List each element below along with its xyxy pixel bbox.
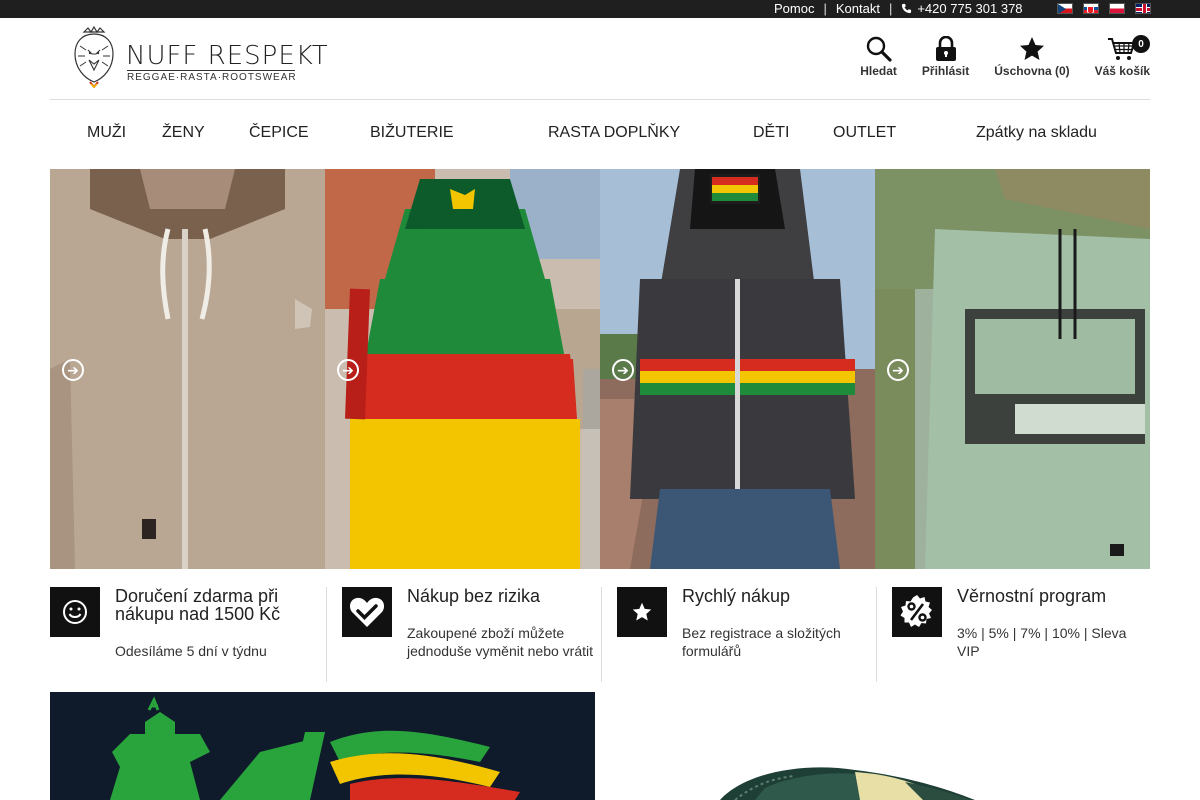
header-actions: Hledat Přihlásit Úschovna (0) 0 Váš koší… bbox=[860, 34, 1150, 78]
search-icon bbox=[866, 36, 892, 62]
feature-desc: Zakoupené zboží můžete jednoduše vyměnit… bbox=[407, 625, 593, 659]
hero-panel-beige-hoodie[interactable]: ➔ bbox=[50, 169, 325, 569]
login-button[interactable]: Přihlásit bbox=[922, 34, 969, 78]
arrow-right-icon[interactable]: ➔ bbox=[337, 359, 359, 381]
login-label: Přihlásit bbox=[921, 64, 970, 78]
nav-item-jewelry[interactable]: BIŽUTERIE bbox=[370, 124, 454, 142]
search-label: Hledat bbox=[860, 64, 897, 78]
feature-title: Nákup bez rizika bbox=[407, 586, 541, 606]
nav-item-kids[interactable]: DĚTI bbox=[753, 124, 789, 142]
site-header: NUFF RESPEKT REGGAE·RASTA·ROOTSWEAR Hled… bbox=[50, 18, 1150, 100]
hero-panel-rasta-hoodie[interactable]: ➔ bbox=[325, 169, 600, 569]
main-nav: MUŽI ŽENY ČEPICE BIŽUTERIE RASTA DOPLŇKY… bbox=[50, 100, 1150, 168]
star-icon bbox=[632, 602, 652, 621]
phone-number[interactable]: +420 775 301 378 bbox=[917, 1, 1022, 16]
rasta-hoodie-image bbox=[325, 169, 600, 569]
knit-hat-image bbox=[605, 692, 1150, 800]
flag-pl-icon[interactable] bbox=[1109, 3, 1125, 14]
feature-icon-box bbox=[342, 587, 392, 637]
feature-icon-box bbox=[50, 587, 100, 637]
feature-icon-box bbox=[617, 587, 667, 637]
feature-free-shipping: Doručení zdarma při nákupu nad 1500 Kč O… bbox=[50, 587, 326, 682]
cart-button[interactable]: 0 Váš košík bbox=[1095, 34, 1150, 78]
feature-title: Věrnostní program bbox=[957, 586, 1107, 606]
hero-gallery: ➔ ➔ ➔ ➔ bbox=[50, 169, 1150, 569]
green-hoodie-image bbox=[875, 169, 1150, 569]
nav-item-outlet[interactable]: OUTLET bbox=[833, 124, 896, 142]
grey-hoodie-image bbox=[600, 169, 875, 569]
wishlist-button[interactable]: Úschovna (0) bbox=[994, 34, 1070, 78]
heart-check-icon bbox=[349, 597, 385, 627]
arrow-right-icon[interactable]: ➔ bbox=[62, 359, 84, 381]
hero-panel-grey-hoodie[interactable]: ➔ bbox=[600, 169, 875, 569]
nav-item-caps[interactable]: ČEPICE bbox=[249, 124, 309, 142]
flag-gb-icon[interactable] bbox=[1135, 3, 1151, 14]
arrow-right-icon[interactable]: ➔ bbox=[887, 359, 909, 381]
nav-item-rasta-accessories[interactable]: RASTA DOPLŇKY bbox=[548, 124, 680, 142]
brand-name: NUFF RESPEKT bbox=[126, 41, 329, 71]
phone-icon bbox=[902, 3, 912, 14]
lion-flag-print-image bbox=[50, 692, 595, 800]
nav-item-back-in-stock[interactable]: Zpátky na skladu bbox=[976, 124, 1097, 142]
feature-icon-box bbox=[892, 587, 942, 637]
percent-icon bbox=[900, 595, 932, 627]
feature-title: Doručení zdarma při nákupu nad 1500 Kč bbox=[115, 586, 281, 624]
cart-count-badge: 0 bbox=[1132, 35, 1150, 53]
cart-label: Váš košík bbox=[1094, 64, 1150, 78]
language-switcher bbox=[1057, 3, 1151, 14]
top-bar: Pomoc | Kontakt | +420 775 301 378 bbox=[0, 0, 1200, 18]
lock-icon bbox=[935, 36, 956, 61]
lion-logo-icon bbox=[74, 26, 114, 88]
divider: | bbox=[823, 1, 827, 16]
smiley-icon bbox=[63, 600, 87, 624]
top-links: Pomoc | Kontakt | +420 775 301 378 bbox=[774, 1, 1023, 16]
logo[interactable]: NUFF RESPEKT REGGAE·RASTA·ROOTSWEAR bbox=[70, 26, 328, 90]
help-link[interactable]: Pomoc bbox=[774, 1, 814, 16]
feature-loyalty-program: Věrnostní program 3% | 5% | 7% | 10% | S… bbox=[876, 587, 1150, 682]
hero-panel-green-hoodie[interactable]: ➔ bbox=[875, 169, 1150, 569]
feature-risk-free: Nákup bez rizika Zakoupené zboží můžete … bbox=[326, 587, 601, 682]
feature-desc: 3% | 5% | 7% | 10% | Sleva VIP bbox=[957, 625, 1127, 659]
divider: | bbox=[888, 1, 893, 16]
banner-left[interactable] bbox=[50, 692, 595, 800]
flag-sk-icon[interactable] bbox=[1083, 3, 1099, 14]
flag-cz-icon[interactable] bbox=[1057, 3, 1073, 14]
feature-title: Rychlý nákup bbox=[682, 586, 791, 606]
star-icon bbox=[1019, 37, 1044, 60]
nav-item-women[interactable]: ŽENY bbox=[162, 124, 205, 142]
search-button[interactable]: Hledat bbox=[860, 34, 897, 78]
banner-right[interactable] bbox=[605, 692, 1150, 800]
contact-link[interactable]: Kontakt bbox=[836, 1, 880, 16]
beige-hoodie-image bbox=[50, 169, 325, 569]
feature-desc: Odesíláme 5 dní v týdnu bbox=[115, 643, 267, 659]
wishlist-label: Úschovna (0) bbox=[994, 64, 1070, 78]
brand-tagline: REGGAE·RASTA·ROOTSWEAR bbox=[127, 70, 297, 83]
feature-desc: Bez registrace a složitých formulářů bbox=[682, 625, 841, 659]
arrow-right-icon[interactable]: ➔ bbox=[612, 359, 634, 381]
nav-item-men[interactable]: MUŽI bbox=[87, 124, 126, 142]
feature-fast-purchase: Rychlý nákup Bez registrace a složitých … bbox=[601, 587, 876, 682]
features-row: Doručení zdarma při nákupu nad 1500 Kč O… bbox=[50, 587, 1150, 682]
